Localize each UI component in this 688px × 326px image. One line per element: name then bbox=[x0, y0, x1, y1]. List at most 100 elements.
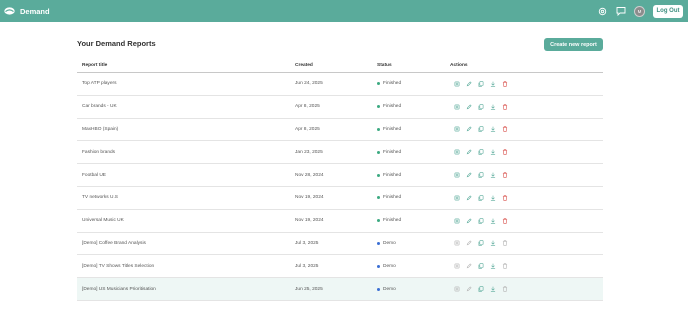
view-icon[interactable] bbox=[454, 126, 460, 132]
duplicate-icon[interactable] bbox=[478, 217, 484, 224]
download-icon[interactable] bbox=[490, 104, 496, 110]
status-label: Finished bbox=[383, 172, 402, 178]
delete-icon[interactable] bbox=[502, 172, 508, 178]
edit-icon[interactable] bbox=[466, 172, 472, 178]
status-dot-icon bbox=[377, 287, 380, 291]
table-row[interactable]: Car brands - UK Apr 8, 2025 Finished bbox=[77, 96, 603, 119]
edit-icon[interactable] bbox=[466, 149, 472, 155]
delete-icon[interactable] bbox=[502, 218, 508, 224]
download-icon[interactable] bbox=[490, 81, 496, 87]
table-row[interactable]: MaxHBO (Spain) Apr 8, 2025 Finished bbox=[77, 119, 603, 142]
report-created-date: Jun 25, 2025 bbox=[295, 286, 323, 292]
create-new-report-button[interactable]: Create new report bbox=[544, 38, 603, 51]
chat-icon[interactable] bbox=[615, 6, 626, 17]
duplicate-icon[interactable] bbox=[478, 195, 484, 201]
logout-button[interactable]: Log Out bbox=[653, 4, 683, 18]
report-title[interactable]: [Demo] US Musicians Prioritisation bbox=[82, 287, 156, 292]
download-icon[interactable] bbox=[490, 263, 496, 269]
download-icon[interactable] bbox=[490, 195, 496, 201]
status-label: Finished bbox=[383, 81, 402, 87]
report-title[interactable]: Car brands - UK bbox=[82, 104, 117, 109]
duplicate-icon[interactable] bbox=[478, 126, 484, 133]
report-title[interactable]: Universal Music UK bbox=[82, 218, 124, 223]
status-badge: Finished bbox=[377, 150, 401, 155]
report-created-date: Jul 3, 2025 bbox=[295, 240, 319, 246]
download-icon[interactable] bbox=[490, 126, 496, 133]
delete-icon[interactable] bbox=[502, 104, 508, 110]
duplicate-icon[interactable] bbox=[478, 172, 484, 178]
row-actions bbox=[450, 195, 514, 201]
table-row[interactable]: Universal Music UK Nov 19, 2024 Finished bbox=[77, 210, 603, 233]
status-dot-icon bbox=[377, 219, 380, 223]
table-row[interactable]: Footbal UE Nov 28, 2024 Finished bbox=[77, 164, 603, 187]
logo-icon bbox=[4, 7, 15, 15]
edit-icon[interactable] bbox=[466, 81, 472, 87]
delete-icon[interactable] bbox=[502, 195, 508, 201]
view-icon[interactable] bbox=[454, 172, 460, 178]
status-badge: Finished bbox=[377, 195, 401, 200]
report-title[interactable]: [Demo] Coffee Brand Analysis bbox=[82, 241, 146, 246]
download-icon[interactable] bbox=[490, 240, 496, 247]
view-icon bbox=[454, 286, 460, 292]
view-icon[interactable] bbox=[454, 218, 460, 224]
edit-icon[interactable] bbox=[466, 218, 472, 224]
status-badge: Finished bbox=[377, 81, 401, 86]
delete-icon bbox=[502, 240, 508, 247]
status-badge: Demo bbox=[377, 264, 396, 269]
report-title[interactable]: Fashion brands bbox=[82, 150, 115, 155]
status-label: Demo bbox=[383, 240, 396, 246]
status-badge: Demo bbox=[377, 241, 396, 246]
view-icon bbox=[454, 240, 460, 246]
column-header-status: Status bbox=[377, 62, 392, 68]
column-header-created: Created bbox=[295, 62, 313, 68]
edit-icon bbox=[466, 240, 472, 246]
row-actions bbox=[450, 103, 514, 110]
delete-icon[interactable] bbox=[502, 149, 508, 155]
table-row[interactable]: [Demo] Coffee Brand Analysis Jul 3, 2025 D… bbox=[77, 233, 603, 256]
status-badge: Finished bbox=[377, 218, 401, 223]
view-icon[interactable] bbox=[454, 81, 460, 87]
avatar[interactable]: M bbox=[634, 5, 645, 17]
table-row[interactable]: TV networks U.S Nov 19, 2024 Finished bbox=[77, 187, 603, 210]
delete-icon[interactable] bbox=[502, 126, 508, 133]
download-icon[interactable] bbox=[490, 218, 496, 224]
delete-icon[interactable] bbox=[502, 81, 508, 87]
view-icon[interactable] bbox=[454, 149, 460, 155]
download-icon[interactable] bbox=[490, 172, 496, 178]
report-title[interactable]: [Demo] TV Shows Titles Selection bbox=[82, 264, 154, 269]
table-row[interactable]: Top ATP players Jun 24, 2025 Finished bbox=[77, 73, 603, 96]
row-actions bbox=[450, 172, 514, 178]
view-icon[interactable] bbox=[454, 195, 460, 201]
status-label: Finished bbox=[383, 195, 402, 201]
table-row[interactable]: [Demo] TV Shows Titles Selection Jul 3, 2… bbox=[77, 255, 603, 279]
view-icon[interactable] bbox=[454, 104, 460, 110]
download-icon[interactable] bbox=[490, 286, 496, 292]
report-created-date: Nov 19, 2024 bbox=[295, 218, 324, 224]
status-badge: Demo bbox=[377, 287, 396, 292]
duplicate-icon[interactable] bbox=[478, 286, 484, 292]
report-title[interactable]: Top ATP players bbox=[82, 81, 116, 86]
column-header-actions: Actions bbox=[450, 62, 468, 68]
report-title[interactable]: MaxHBO (Spain) bbox=[82, 127, 118, 132]
duplicate-icon[interactable] bbox=[478, 263, 484, 269]
row-actions bbox=[450, 81, 514, 87]
duplicate-icon[interactable] bbox=[478, 103, 484, 110]
duplicate-icon[interactable] bbox=[478, 149, 484, 155]
logo[interactable]: Demand bbox=[4, 7, 50, 16]
table-row[interactable]: [Demo] US Musicians Prioritisation Jun 25… bbox=[77, 278, 603, 301]
status-label: Finished bbox=[383, 149, 402, 155]
report-title[interactable]: TV networks U.S bbox=[82, 195, 118, 200]
status-dot-icon bbox=[377, 241, 380, 245]
table-row[interactable]: Fashion brands Jan 23, 2025 Finished bbox=[77, 141, 603, 165]
duplicate-icon[interactable] bbox=[478, 240, 484, 247]
edit-icon[interactable] bbox=[466, 126, 472, 132]
page-title: Your Demand Reports bbox=[77, 39, 156, 48]
report-title[interactable]: Footbal UE bbox=[82, 173, 106, 178]
edit-icon[interactable] bbox=[466, 195, 472, 201]
download-icon[interactable] bbox=[490, 149, 496, 155]
duplicate-icon[interactable] bbox=[478, 81, 484, 87]
settings-icon[interactable] bbox=[597, 6, 608, 17]
report-created-date: Jan 23, 2025 bbox=[295, 149, 323, 155]
table-header: Report title Created Status Actions bbox=[77, 58, 603, 73]
edit-icon[interactable] bbox=[466, 104, 472, 110]
